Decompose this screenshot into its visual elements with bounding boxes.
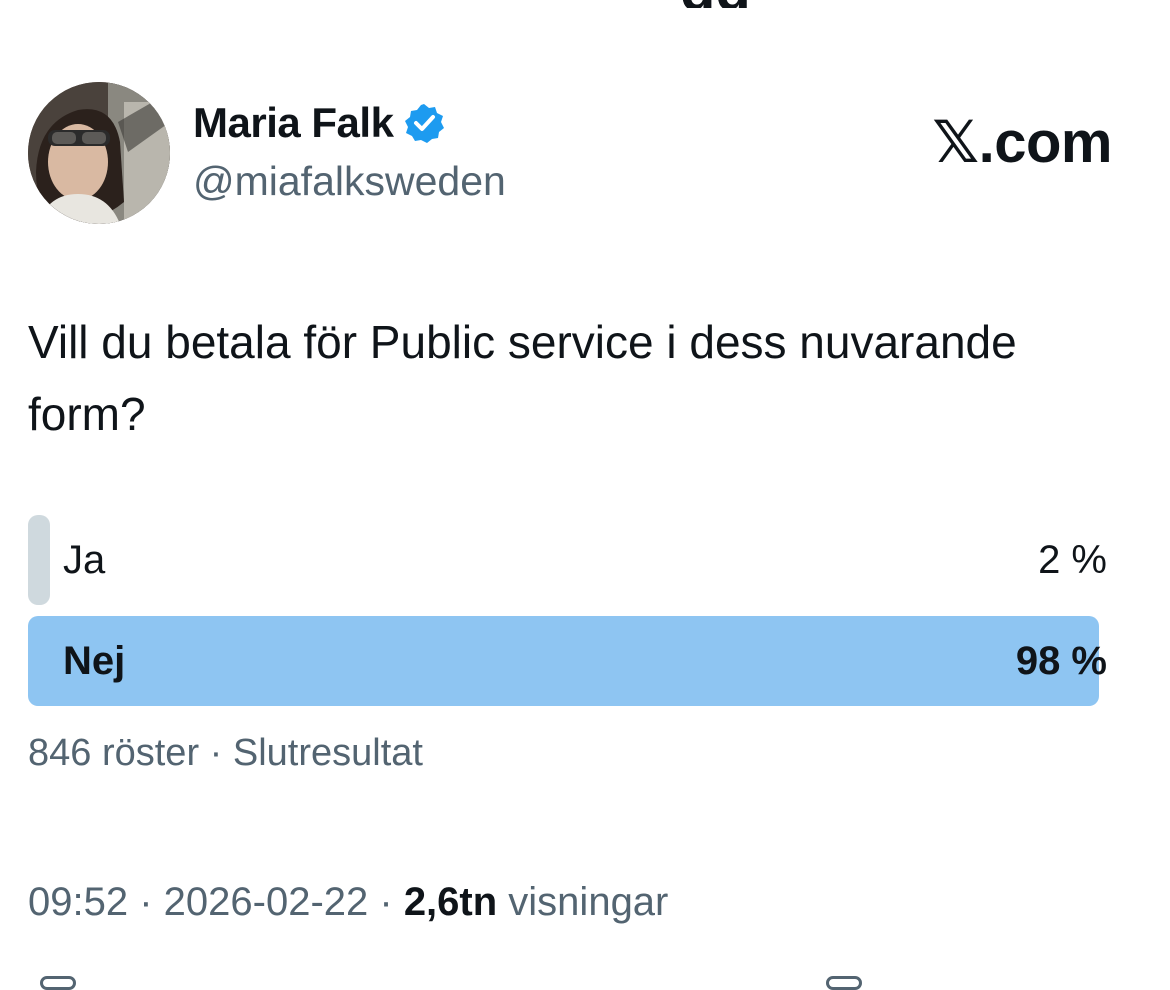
poll-option-label: Nej xyxy=(63,639,126,683)
tweet-date[interactable]: 2026-02-22 xyxy=(164,880,369,924)
avatar[interactable] xyxy=(28,82,170,224)
author-name-row[interactable]: Maria Falk xyxy=(193,98,445,148)
poll-option-ja: Ja 2 % xyxy=(28,515,1121,605)
cropped-header-fragment: gg xyxy=(680,0,770,8)
reply-icon[interactable] xyxy=(40,976,76,990)
views-label: visningar xyxy=(508,880,669,924)
action-bar-partial xyxy=(0,970,1170,990)
poll-bar xyxy=(28,616,1099,706)
brand-suffix: .com xyxy=(978,110,1113,175)
tweet-time[interactable]: 09:52 xyxy=(28,880,128,924)
cropped-header-text: gg xyxy=(680,0,770,8)
tweet-text: Vill du betala för Public service i dess… xyxy=(28,316,1017,440)
meta-separator: · xyxy=(368,880,404,924)
poll-summary: 846 röster · Slutresultat xyxy=(28,732,423,775)
meta-separator: · xyxy=(128,880,164,924)
poll-summary-separator: · xyxy=(199,732,233,774)
avatar-photo xyxy=(28,82,170,224)
poll-bar xyxy=(28,515,50,605)
poll-option-label: Ja xyxy=(63,538,106,582)
views-count: 2,6tn xyxy=(403,880,498,924)
poll-option-percent: 98 % xyxy=(1015,639,1107,683)
bookmark-icon[interactable] xyxy=(826,976,862,990)
verified-badge-icon[interactable] xyxy=(403,102,445,144)
author-name[interactable]: Maria Falk xyxy=(193,99,394,147)
poll-option-nej: Nej 98 % xyxy=(28,616,1121,706)
tweet-meta: 09:52 · 2026-02-22 · 2,6tn visningar xyxy=(28,880,668,925)
author-handle[interactable]: @miafalksweden xyxy=(193,158,506,205)
poll-status: Slutresultat xyxy=(232,732,423,774)
brand-logo: 𝕏.com xyxy=(932,108,1112,176)
x-logo-icon: 𝕏 xyxy=(932,108,979,176)
poll-vote-count: 846 röster xyxy=(28,732,200,774)
poll-option-percent: 2 % xyxy=(1038,538,1107,582)
